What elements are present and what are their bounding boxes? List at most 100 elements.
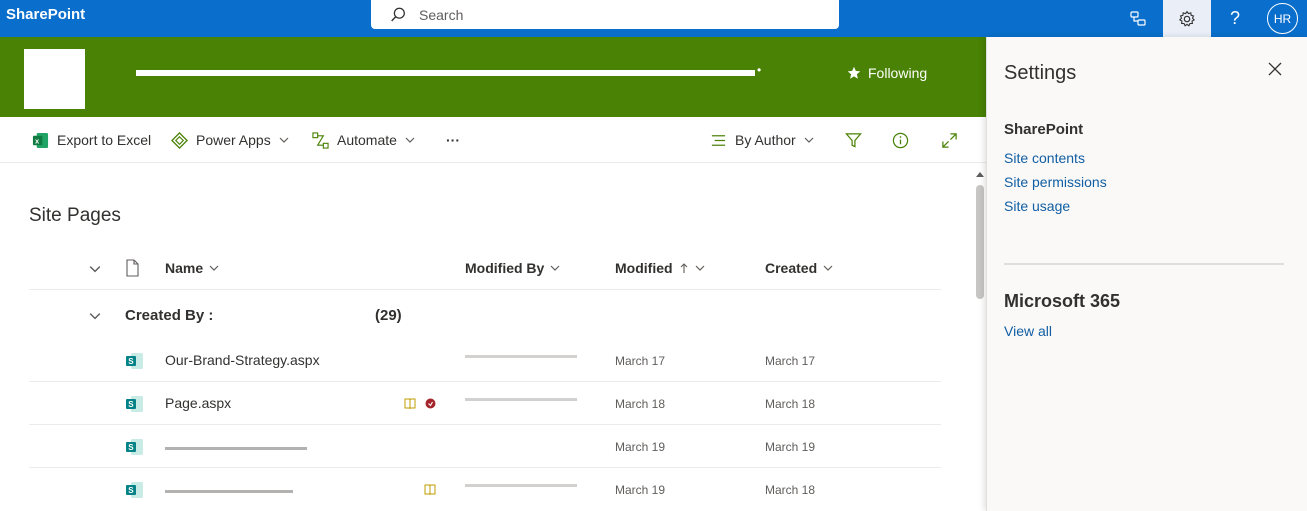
help-button[interactable]: ? [1215, 0, 1255, 37]
app-connect-icon[interactable] [1118, 0, 1158, 37]
site-logo[interactable] [24, 49, 85, 109]
row-modified: March 19 [615, 483, 666, 497]
settings-button[interactable] [1163, 0, 1211, 37]
close-icon[interactable] [1267, 61, 1283, 77]
sharepoint-page-icon: S [126, 482, 143, 498]
settings-panel: Settings SharePoint Site contents Site p… [986, 37, 1307, 511]
column-header-name[interactable]: Name [165, 260, 219, 276]
avatar[interactable]: HR [1267, 3, 1298, 34]
svg-text:S: S [128, 357, 134, 366]
row-modified-by-redacted [465, 484, 577, 487]
help-icon: ? [1229, 8, 1240, 28]
row-modified-by-redacted [465, 355, 577, 358]
column-header-modified-label: Modified [615, 260, 673, 276]
page-title: Site Pages [29, 205, 121, 226]
header-divider [29, 289, 941, 290]
app-brand[interactable]: SharePoint [6, 6, 85, 23]
row-name[interactable]: Page.aspx [165, 395, 231, 411]
settings-title: Settings [1004, 62, 1077, 84]
group-collapse-chevron-icon[interactable] [89, 310, 101, 322]
more-commands-button[interactable]: ··· [446, 129, 460, 151]
site-header: • Following [0, 37, 986, 117]
power-apps-icon [171, 131, 188, 149]
view-label: By Author [735, 132, 796, 148]
column-header-modified-by[interactable]: Modified By [465, 260, 560, 276]
checked-out-indicator-icon [425, 398, 436, 409]
follow-label: Following [868, 65, 928, 81]
row-created: March 18 [765, 397, 816, 411]
link-site-contents[interactable]: Site contents [1004, 150, 1085, 166]
row-name-redacted[interactable] [165, 490, 293, 493]
sort-ascending-icon [680, 263, 687, 273]
row-created: March 17 [765, 354, 816, 368]
sharepoint-page-icon: S [126, 396, 143, 412]
row-modified: March 19 [615, 440, 666, 454]
site-title-ellipsis: • [757, 63, 762, 77]
follow-button[interactable]: Following [847, 65, 927, 81]
chevron-down-icon [279, 137, 289, 143]
chevron-down-icon [804, 137, 814, 143]
info-button[interactable] [889, 129, 911, 151]
suite-bar: SharePoint Search ? HR [0, 0, 1307, 37]
sharepoint-section-heading: SharePoint [1004, 121, 1084, 138]
column-header-created[interactable]: Created [765, 260, 833, 276]
chevron-down-icon [209, 265, 219, 271]
chevron-down-icon [405, 137, 415, 143]
power-apps-label: Power Apps [196, 132, 271, 148]
chevron-down-icon [823, 265, 833, 271]
row-name[interactable]: Our-Brand-Strategy.aspx [165, 352, 320, 368]
collapse-all-chevron-icon[interactable] [89, 263, 101, 275]
filter-button[interactable] [842, 129, 864, 151]
export-excel-button[interactable]: x Export to Excel [32, 129, 151, 151]
view-switcher-button[interactable]: By Author [710, 129, 814, 151]
row-modified-by-redacted [465, 398, 577, 401]
excel-icon: x [32, 132, 49, 148]
gear-icon [1178, 10, 1196, 27]
column-header-created-label: Created [765, 260, 818, 276]
expand-button[interactable] [938, 129, 960, 151]
power-apps-button[interactable]: Power Apps [171, 129, 289, 151]
link-view-all[interactable]: View all [1004, 323, 1052, 339]
row-created: March 18 [765, 483, 816, 497]
column-header-modified[interactable]: Modified [615, 260, 705, 276]
row-name-redacted[interactable] [165, 447, 307, 450]
row-modified: March 18 [615, 397, 666, 411]
scroll-up-arrow-icon[interactable] [975, 170, 985, 178]
search-box[interactable]: Search [371, 0, 839, 29]
svg-text:S: S [128, 443, 134, 452]
file-type-icon[interactable] [124, 259, 140, 277]
export-label: Export to Excel [57, 132, 152, 148]
svg-text:S: S [128, 400, 134, 409]
chevron-down-icon [695, 265, 704, 271]
checked-out-book-icon [404, 398, 416, 409]
more-icon: ··· [446, 132, 460, 148]
column-header-name-label: Name [165, 260, 204, 276]
teams-connect-icon [1130, 10, 1146, 26]
vertical-scrollbar-thumb[interactable] [976, 185, 984, 299]
link-site-usage[interactable]: Site usage [1004, 198, 1070, 214]
site-title-redacted [136, 70, 755, 76]
command-bar: x Export to Excel Power Apps Automate ··… [0, 117, 986, 163]
row-modified: March 17 [615, 354, 666, 368]
row-divider [29, 381, 941, 382]
row-created: March 19 [765, 440, 816, 454]
automate-button[interactable]: Automate [312, 129, 415, 151]
info-icon [892, 132, 908, 148]
row-divider [29, 424, 941, 425]
star-icon [847, 66, 861, 79]
column-header-modified-by-label: Modified By [465, 260, 545, 276]
view-list-icon [711, 134, 726, 146]
checked-out-book-icon [424, 484, 436, 495]
chevron-down-icon [550, 265, 560, 271]
svg-text:S: S [128, 486, 134, 495]
m365-section-heading: Microsoft 365 [1004, 291, 1121, 311]
sharepoint-page-icon: S [126, 439, 143, 455]
automate-icon [312, 131, 329, 149]
sharepoint-page-icon: S [126, 353, 143, 369]
expand-icon [941, 132, 957, 148]
group-count: (29) [375, 307, 402, 324]
automate-label: Automate [337, 132, 397, 148]
group-label: Created By : [125, 307, 214, 324]
search-icon [391, 7, 405, 22]
link-site-permissions[interactable]: Site permissions [1004, 174, 1107, 190]
